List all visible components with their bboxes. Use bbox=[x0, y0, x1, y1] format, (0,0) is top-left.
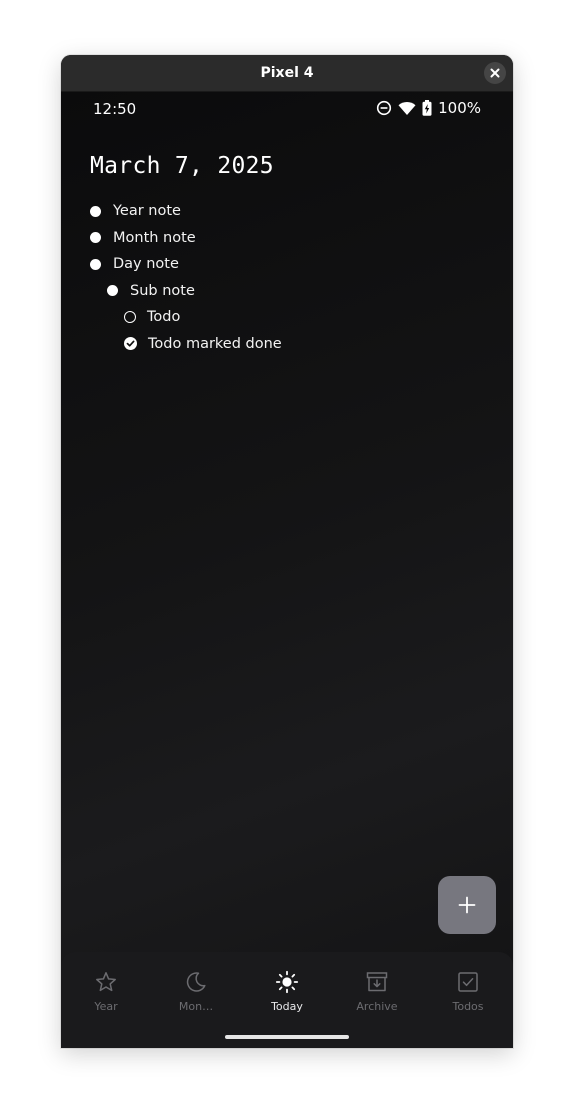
home-indicator[interactable] bbox=[225, 1035, 349, 1039]
plus-icon bbox=[458, 896, 476, 914]
todo-item[interactable]: Todo marked done bbox=[124, 331, 282, 357]
nav-item-todos[interactable]: Todos bbox=[423, 970, 513, 1013]
nav-item-month[interactable]: Mon… bbox=[151, 970, 241, 1013]
note-label: Month note bbox=[113, 229, 196, 246]
bullet-icon bbox=[90, 205, 101, 217]
status-bar: 12:50 100% bbox=[61, 92, 513, 128]
window-title: Pixel 4 bbox=[260, 65, 314, 81]
sun-icon bbox=[275, 970, 299, 994]
todo-label: Todo bbox=[147, 309, 181, 325]
close-button[interactable] bbox=[484, 62, 506, 84]
todo-checked-icon[interactable] bbox=[124, 337, 137, 350]
todo-unchecked-icon[interactable] bbox=[124, 311, 136, 323]
archive-icon bbox=[366, 972, 388, 992]
note-item[interactable]: Year note bbox=[90, 198, 181, 224]
note-item[interactable]: Month note bbox=[90, 225, 196, 251]
todo-label: Todo marked done bbox=[148, 335, 282, 352]
bullet-icon bbox=[107, 285, 118, 296]
nav-label: Today bbox=[271, 1000, 303, 1013]
phone-screen: 12:50 100% March 7, 2025 Year note Month… bbox=[61, 92, 513, 1048]
bullet-icon bbox=[90, 258, 101, 270]
bullet-icon bbox=[90, 232, 101, 243]
wifi-icon bbox=[398, 101, 416, 115]
bottom-navigation: Year Mon… Today Archive Todos bbox=[61, 952, 513, 1048]
moon-icon bbox=[186, 972, 206, 992]
note-item[interactable]: Day note bbox=[90, 251, 179, 277]
nav-item-today[interactable]: Today bbox=[242, 970, 332, 1013]
do-not-disturb-icon bbox=[377, 100, 392, 116]
star-icon bbox=[96, 972, 116, 992]
close-icon bbox=[490, 68, 500, 78]
note-label: Year note bbox=[113, 203, 181, 219]
note-label: Day note bbox=[113, 256, 179, 272]
nav-label: Mon… bbox=[178, 1000, 214, 1013]
battery-percent: 100% bbox=[438, 99, 481, 117]
nav-label: Archive bbox=[356, 1000, 398, 1013]
add-note-button[interactable] bbox=[438, 876, 496, 934]
emulator-window: Pixel 4 12:50 100% March 7, 2025 Year no… bbox=[61, 55, 513, 1048]
status-icons: 100% bbox=[376, 99, 481, 117]
todo-item[interactable]: Todo bbox=[124, 304, 180, 330]
battery-charging-icon bbox=[422, 100, 432, 116]
note-label: Sub note bbox=[130, 282, 195, 299]
nav-item-year[interactable]: Year bbox=[61, 970, 151, 1013]
nav-label: Todos bbox=[452, 1000, 484, 1013]
checkbox-icon bbox=[458, 972, 478, 992]
page-title: March 7, 2025 bbox=[90, 153, 274, 179]
title-bar: Pixel 4 bbox=[61, 55, 513, 92]
nav-label: Year bbox=[94, 1000, 118, 1013]
note-item[interactable]: Sub note bbox=[107, 278, 195, 304]
status-time: 12:50 bbox=[93, 100, 137, 118]
nav-item-archive[interactable]: Archive bbox=[332, 970, 422, 1013]
